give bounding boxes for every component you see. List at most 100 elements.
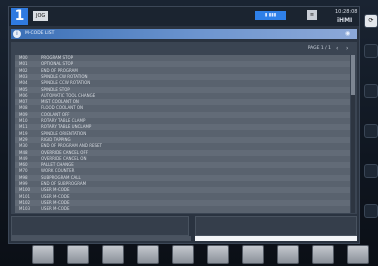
window-title-bar: i M-CODE LIST ◉ — [11, 29, 357, 39]
description-cell: ROTARY TABLE CLAMP — [41, 118, 86, 123]
softkey-9[interactable] — [312, 245, 334, 264]
code-cell: M70 — [19, 168, 28, 174]
code-cell: M48 — [19, 149, 28, 155]
list-scrollbar[interactable] — [351, 55, 355, 213]
code-cell: M05 — [19, 86, 28, 92]
softkey-7[interactable] — [242, 245, 264, 264]
list-item[interactable]: M05 SPINDLE STOP — [15, 86, 350, 93]
window-title: M-CODE LIST — [25, 31, 55, 36]
status-bar: 1 JOG ▮ ▮▮▮ ≡ 10:28:08 iHMI — [9, 7, 359, 26]
code-cell: M19 — [19, 130, 28, 136]
description-cell: FLOOD COOLANT ON — [41, 105, 84, 111]
list-item[interactable]: M98 SUBPROGRAM CALL — [15, 174, 350, 181]
side-button-5[interactable] — [364, 164, 378, 178]
code-list-panel: PAGE 1 / 1 ‹ › M00 PROGRAM STOP M01 OPTIONA… — [11, 42, 357, 214]
description-cell: END OF PROGRAM — [41, 67, 78, 73]
side-button-4[interactable] — [364, 124, 378, 138]
list-item[interactable]: M29 RIGID TAPPING — [15, 136, 350, 144]
code-cell: M60 — [19, 162, 28, 168]
list-item[interactable]: M03 SPINDLE CW ROTATION — [15, 73, 350, 81]
bottom-area — [11, 216, 357, 243]
description-cell: SPINDLE CCW ROTATION — [41, 80, 91, 86]
description-cell: MIST COOLANT ON — [41, 99, 79, 105]
description-cell: PALLET CHANGE — [41, 162, 74, 168]
list-item[interactable]: M102 USER M-CODE — [15, 199, 350, 207]
list-item[interactable]: M00 PROGRAM STOP — [15, 55, 350, 61]
list-item[interactable]: M60 PALLET CHANGE — [15, 162, 350, 169]
side-button-2[interactable] — [364, 44, 378, 58]
code-cell: M99 — [19, 181, 28, 186]
list-item[interactable]: M30 END OF PROGRAM AND RESET — [15, 143, 350, 149]
code-cell: M00 — [19, 55, 28, 60]
list-item[interactable]: M08 FLOOD COOLANT ON — [15, 105, 350, 111]
code-cell: M101 — [19, 193, 31, 199]
list-item[interactable]: M99 END OF SUBPROGRAM — [15, 181, 350, 187]
input-field-right[interactable] — [195, 216, 357, 236]
status-indicator[interactable]: ▮ ▮▮▮ — [255, 11, 286, 20]
code-cell: M04 — [19, 80, 28, 86]
list-item[interactable]: M02 END OF PROGRAM — [15, 68, 350, 74]
hmi-screen: 1 JOG ▮ ▮▮▮ ≡ 10:28:08 iHMI i M-CODE LIS… — [8, 6, 360, 244]
channel-number[interactable]: 1 — [11, 8, 28, 25]
description-cell: USER M-CODE — [41, 193, 70, 199]
list-item[interactable]: M04 SPINDLE CCW ROTATION — [15, 80, 350, 86]
description-cell: SPINDLE STOP — [41, 86, 70, 92]
description-cell: WORK COUNTER — [41, 168, 75, 174]
code-cell: M10 — [19, 118, 28, 123]
menu-icon[interactable]: ≡ — [307, 10, 317, 20]
list-item[interactable]: M09 COOLANT OFF — [15, 111, 350, 118]
page-label: PAGE — [307, 46, 320, 51]
softkey-10[interactable] — [347, 245, 369, 264]
code-cell: M08 — [19, 105, 28, 111]
description-cell: END OF PROGRAM AND RESET — [41, 143, 103, 149]
side-button-3[interactable] — [364, 84, 378, 98]
softkey-8[interactable] — [277, 245, 299, 264]
list-item[interactable]: M101 USER M-CODE — [15, 194, 350, 200]
brand-logo: iHMI — [337, 17, 353, 24]
list-item[interactable]: M10 ROTARY TABLE CLAMP — [15, 118, 350, 124]
view-icon[interactable]: ◉ — [345, 31, 353, 37]
description-cell: PROGRAM STOP — [41, 55, 74, 60]
softkey-2[interactable] — [67, 245, 89, 264]
list-item[interactable]: M19 SPINDLE ORIENTATION — [15, 131, 350, 137]
list-item[interactable]: M100 USER M-CODE — [15, 187, 350, 194]
page-indicator: PAGE 1 / 1 — [308, 46, 331, 51]
code-cell: M03 — [19, 73, 28, 79]
description-cell: OPTIONAL STOP — [41, 61, 74, 67]
input-field-left[interactable] — [11, 216, 189, 236]
list-item[interactable]: M01 OPTIONAL STOP — [15, 61, 350, 68]
softkey-6[interactable] — [207, 245, 229, 264]
side-button-1[interactable]: ⟳ — [364, 14, 378, 28]
softkey-4[interactable] — [137, 245, 159, 264]
input-line[interactable] — [195, 236, 357, 241]
message-bar — [11, 236, 191, 241]
list-item[interactable]: M103 USER M-CODE — [15, 206, 350, 212]
list-item[interactable]: M07 MIST COOLANT ON — [15, 99, 350, 106]
code-cell: M06 — [19, 92, 28, 98]
code-cell: M01 — [19, 61, 28, 67]
list-item[interactable]: M49 OVERRIDE CANCEL ON — [15, 156, 350, 162]
mode-label: JOG — [33, 11, 49, 21]
code-list[interactable]: M00 PROGRAM STOP M01 OPTIONAL STOP M02 END OF… — [15, 55, 350, 213]
code-cell: M102 — [19, 199, 31, 205]
list-item[interactable]: M48 OVERRIDE CANCEL OFF — [15, 149, 350, 156]
code-cell: M30 — [19, 143, 28, 149]
softkey-3[interactable] — [102, 245, 124, 264]
softkey-5[interactable] — [172, 245, 194, 264]
description-cell: OVERRIDE CANCEL OFF — [41, 149, 89, 155]
list-item[interactable]: M11 ROTARY TABLE UNCLAMP — [15, 124, 350, 131]
code-cell: M07 — [19, 99, 28, 105]
list-item[interactable]: M70 WORK COUNTER — [15, 168, 350, 174]
info-icon[interactable]: i — [13, 30, 21, 38]
page-next-icon[interactable]: › — [346, 45, 354, 52]
page-value: 1 / 1 — [320, 46, 331, 51]
description-cell: USER M-CODE — [41, 199, 70, 205]
code-cell: M11 — [19, 124, 28, 130]
page-prev-icon[interactable]: ‹ — [336, 45, 344, 52]
code-cell: M49 — [19, 155, 28, 161]
side-button-6[interactable] — [364, 204, 378, 218]
list-item[interactable]: M06 AUTOMATIC TOOL CHANGE — [15, 93, 350, 99]
softkey-1[interactable] — [32, 245, 54, 264]
code-cell: M29 — [19, 136, 28, 142]
scrollbar-thumb[interactable] — [351, 55, 355, 95]
